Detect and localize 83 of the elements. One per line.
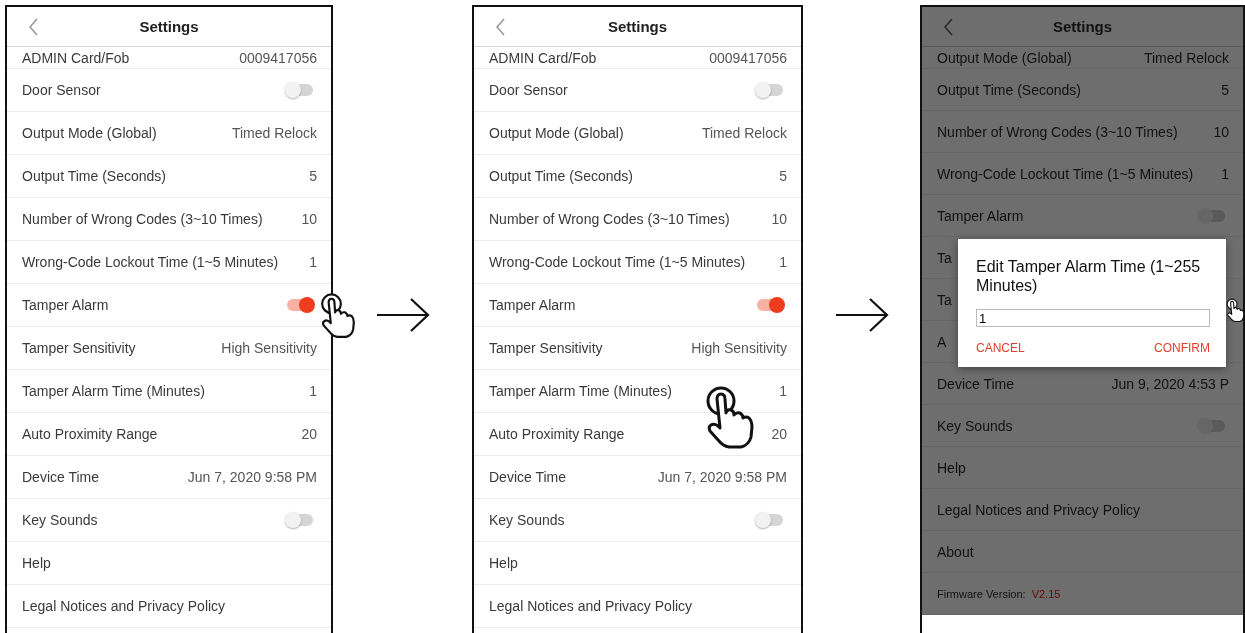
setting-value: 5 [1221, 81, 1229, 98]
setting-value: Jun 7, 2020 9:58 PM [657, 469, 787, 485]
setting-label[interactable]: Device Time [22, 469, 100, 485]
dialog-title: Edit Tamper Alarm Time (1~255 Minutes) [976, 257, 1202, 295]
setting-value: 10 [1213, 123, 1229, 140]
toggle-switch[interactable] [757, 514, 783, 526]
back-chevron-icon[interactable] [496, 18, 506, 36]
setting-value: Jun 9, 2020 4:53 P [1111, 375, 1229, 392]
setting-label[interactable]: Legal Notices and Privacy Policy [937, 501, 1141, 518]
setting-label[interactable]: Firmware Version: [937, 587, 1026, 600]
setting-label[interactable]: Ta [937, 249, 952, 266]
toggle-switch[interactable] [757, 299, 783, 311]
dialog-button[interactable]: CONFIRM [1154, 339, 1210, 357]
setting-value: 0009417056 [239, 49, 317, 66]
setting-value: 20 [301, 426, 317, 442]
screen-title: Settings [1052, 18, 1113, 35]
setting-label[interactable]: Door Sensor [22, 82, 101, 98]
dialog-button[interactable]: CANCEL [976, 339, 1025, 357]
setting-label[interactable]: Ta [937, 291, 952, 308]
setting-label[interactable]: Help [489, 555, 518, 571]
setting-value: 5 [309, 168, 317, 184]
setting-value: 10 [771, 211, 787, 227]
toggle-switch[interactable] [757, 84, 783, 96]
setting-value: 5 [779, 168, 787, 184]
setting-value: 1 [779, 254, 787, 270]
setting-label[interactable]: Help [937, 459, 966, 476]
pointing-hand-icon [705, 385, 755, 451]
setting-label[interactable]: Key Sounds [22, 512, 98, 528]
setting-value: 1 [309, 254, 317, 270]
setting-label[interactable]: Number of Wrong Codes (3~10 Times) [489, 211, 730, 227]
setting-value: Timed Relock [231, 125, 317, 141]
setting-label[interactable]: Device Time [489, 469, 567, 485]
version-number: V2.15 [1031, 587, 1061, 600]
setting-value: Timed Relock [701, 125, 787, 141]
setting-label[interactable]: Wrong-Code Lockout Time (1~5 Minutes) [489, 254, 746, 270]
setting-label[interactable]: Tamper Alarm [22, 297, 109, 313]
toggle-switch[interactable] [287, 514, 313, 526]
setting-label[interactable]: Output Mode (Global) [22, 125, 157, 141]
setting-label[interactable]: Wrong-Code Lockout Time (1~5 Minutes) [22, 254, 279, 270]
back-chevron-icon[interactable] [944, 18, 954, 36]
setting-value: 1 [309, 383, 317, 399]
setting-label[interactable]: Tamper Sensitivity [489, 340, 603, 356]
setting-label[interactable]: ADMIN Card/Fob [22, 49, 130, 66]
toggle-switch[interactable] [287, 299, 313, 311]
setting-value: Jun 7, 2020 9:58 PM [187, 469, 317, 485]
setting-label[interactable]: Output Time (Seconds) [22, 168, 166, 184]
setting-label[interactable]: Auto Proximity Range [22, 426, 158, 442]
setting-label[interactable]: Door Sensor [489, 82, 568, 98]
setting-label[interactable]: Number of Wrong Codes (3~10 Times) [22, 211, 263, 227]
setting-value: Timed Relock [1143, 49, 1229, 66]
setting-label[interactable]: About [937, 543, 974, 560]
setting-label[interactable]: Legal Notices and Privacy Policy [489, 598, 693, 614]
setting-value: 20 [771, 426, 787, 442]
setting-value: High Sensitivity [691, 340, 787, 356]
setting-label[interactable]: Auto Proximity Range [489, 426, 625, 442]
setting-label[interactable]: Number of Wrong Codes (3~10 Times) [937, 123, 1178, 140]
setting-value: 0009417056 [709, 49, 787, 66]
back-chevron-icon[interactable] [29, 18, 39, 36]
setting-value: 1 [1221, 165, 1229, 182]
screen-title: Settings [139, 18, 199, 35]
setting-value: High Sensitivity [221, 340, 317, 356]
input-field[interactable]: 1 [976, 309, 1210, 327]
setting-label[interactable]: Output Time (Seconds) [489, 168, 633, 184]
setting-label[interactable]: Tamper Alarm [937, 207, 1024, 224]
setting-label[interactable]: Tamper Alarm Time (Minutes) [22, 383, 205, 399]
setting-label[interactable]: Wrong-Code Lockout Time (1~5 Minutes) [937, 165, 1194, 182]
setting-label[interactable]: Key Sounds [489, 512, 565, 528]
toggle-switch[interactable] [287, 84, 313, 96]
setting-value: 10 [301, 211, 317, 227]
setting-label[interactable]: Output Mode (Global) [937, 49, 1072, 66]
setting-label[interactable]: Output Mode (Global) [489, 125, 624, 141]
setting-label[interactable]: ADMIN Card/Fob [489, 49, 597, 66]
setting-label[interactable]: Tamper Alarm Time (Minutes) [489, 383, 672, 399]
setting-label[interactable]: Output Time (Seconds) [937, 81, 1081, 98]
setting-value: 1 [779, 383, 787, 399]
setting-label[interactable]: Legal Notices and Privacy Policy [22, 598, 226, 614]
setting-label[interactable]: Tamper Sensitivity [22, 340, 136, 356]
screen-title: Settings [607, 18, 668, 35]
setting-label[interactable]: A [937, 333, 947, 350]
setting-label[interactable]: Tamper Alarm [489, 297, 576, 313]
setting-label[interactable]: Help [22, 555, 51, 571]
setting-label[interactable]: Device Time [937, 375, 1015, 392]
setting-label[interactable]: Key Sounds [937, 417, 1013, 434]
